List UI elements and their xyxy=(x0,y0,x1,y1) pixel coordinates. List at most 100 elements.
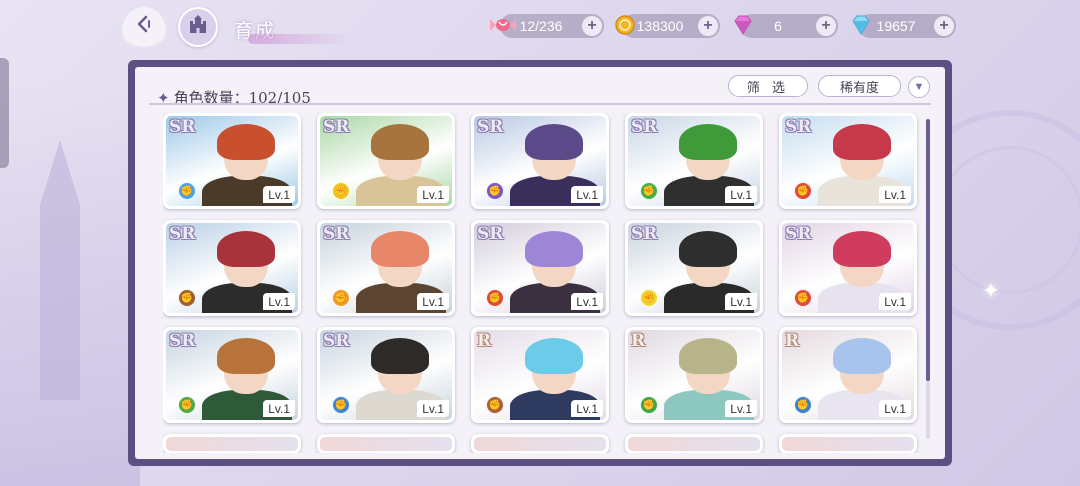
attribute-icon: ✊ xyxy=(794,182,812,200)
level-label: Lv.1 xyxy=(263,400,295,417)
character-portrait: R ✊ Lv.1 xyxy=(474,330,606,420)
portrait-hair xyxy=(833,124,891,160)
character-card[interactable]: SR ✊ Lv.1 xyxy=(317,113,455,209)
rarity-badge: SR xyxy=(631,224,658,244)
side-drawer-handle[interactable] xyxy=(0,58,9,168)
attribute-icon: ✊ xyxy=(486,396,504,414)
rarity-badge: R xyxy=(631,331,646,351)
attribute-icon: ✊ xyxy=(332,396,350,414)
character-card[interactable] xyxy=(471,434,609,453)
attribute-icon: ✊ xyxy=(332,182,350,200)
rarity-badge: SR xyxy=(631,117,658,137)
rarity-sort-button[interactable]: 稀有度 xyxy=(818,75,901,97)
character-card[interactable] xyxy=(163,434,301,453)
portrait-hair xyxy=(371,338,429,374)
rarity-badge: SR xyxy=(323,331,350,351)
rarity-badge: SR xyxy=(477,224,504,244)
character-card[interactable]: SR ✊ Lv.1 xyxy=(471,113,609,209)
sort-order-button[interactable]: ▼ xyxy=(908,76,930,98)
character-card[interactable]: SR ✊ Lv.1 xyxy=(317,327,455,423)
character-card[interactable]: SR ✊ Lv.1 xyxy=(779,220,917,316)
level-label: Lv.1 xyxy=(725,400,757,417)
attribute-icon: ✊ xyxy=(332,289,350,307)
attribute-icon: ✊ xyxy=(486,182,504,200)
character-portrait: SR ✊ Lv.1 xyxy=(782,223,914,313)
portrait-hair xyxy=(525,231,583,267)
character-portrait xyxy=(320,437,452,451)
add-pink-gem-button[interactable]: + xyxy=(816,16,836,36)
rarity-badge: SR xyxy=(477,117,504,137)
header-divider xyxy=(149,103,931,105)
rarity-badge: SR xyxy=(785,224,812,244)
character-card[interactable] xyxy=(779,434,917,453)
character-portrait: SR ✊ Lv.1 xyxy=(320,223,452,313)
attribute-icon: ✊ xyxy=(178,396,196,414)
add-candy-button[interactable]: + xyxy=(582,16,602,36)
portrait-hair xyxy=(679,338,737,374)
character-portrait xyxy=(166,437,298,451)
character-card[interactable] xyxy=(317,434,455,453)
character-portrait xyxy=(782,437,914,451)
character-panel-inner: ✦ 角色数量：102/105 筛 选 稀有度 ▼ SR ✊ Lv.1 SR ✊ Lv.1 SR… xyxy=(135,67,945,459)
portrait-hair xyxy=(217,338,275,374)
level-label: Lv.1 xyxy=(725,186,757,203)
portrait-hair xyxy=(525,124,583,160)
level-label: Lv.1 xyxy=(879,186,911,203)
character-portrait: SR ✊ Lv.1 xyxy=(628,116,760,206)
resource-blue-gem: 19657 + xyxy=(852,14,956,38)
character-card[interactable]: SR ✊ Lv.1 xyxy=(317,220,455,316)
castle-home-icon xyxy=(187,14,209,41)
rarity-badge: SR xyxy=(169,117,196,137)
scrollbar-thumb[interactable] xyxy=(926,119,930,381)
level-label: Lv.1 xyxy=(571,400,603,417)
rarity-badge: SR xyxy=(169,224,196,244)
character-portrait xyxy=(474,437,606,451)
character-portrait: SR ✊ Lv.1 xyxy=(474,116,606,206)
character-card[interactable]: SR ✊ Lv.1 xyxy=(163,113,301,209)
attribute-icon: ✊ xyxy=(794,289,812,307)
character-portrait: R ✊ Lv.1 xyxy=(628,330,760,420)
portrait-hair xyxy=(217,124,275,160)
portrait-hair xyxy=(217,231,275,267)
resource-gold: 138300 + xyxy=(615,14,720,38)
add-blue-gem-button[interactable]: + xyxy=(934,16,954,36)
character-card[interactable]: SR ✊ Lv.1 xyxy=(625,220,763,316)
character-card[interactable]: R ✊ Lv.1 xyxy=(471,327,609,423)
portrait-hair xyxy=(371,231,429,267)
character-portrait: SR ✊ Lv.1 xyxy=(166,116,298,206)
level-label: Lv.1 xyxy=(571,186,603,203)
character-card[interactable]: SR ✊ Lv.1 xyxy=(779,113,917,209)
character-portrait: SR ✊ Lv.1 xyxy=(474,223,606,313)
character-card[interactable]: SR ✊ Lv.1 xyxy=(163,220,301,316)
character-card[interactable]: SR ✊ Lv.1 xyxy=(471,220,609,316)
rarity-badge: SR xyxy=(323,224,350,244)
character-portrait: R ✊ Lv.1 xyxy=(782,330,914,420)
level-label: Lv.1 xyxy=(571,293,603,310)
attribute-icon: ✊ xyxy=(178,289,196,307)
rarity-badge: SR xyxy=(169,331,196,351)
add-gold-button[interactable]: + xyxy=(698,16,718,36)
character-card[interactable] xyxy=(625,434,763,453)
character-portrait: SR ✊ Lv.1 xyxy=(166,223,298,313)
coin-icon xyxy=(612,12,638,38)
character-card[interactable]: SR ✊ Lv.1 xyxy=(625,113,763,209)
level-label: Lv.1 xyxy=(879,293,911,310)
home-button[interactable] xyxy=(178,7,218,47)
portrait-hair xyxy=(525,338,583,374)
character-card[interactable]: SR ✊ Lv.1 xyxy=(163,327,301,423)
portrait-hair xyxy=(371,124,429,160)
attribute-icon: ✊ xyxy=(640,289,658,307)
filter-button[interactable]: 筛 选 xyxy=(728,75,808,97)
back-button[interactable] xyxy=(122,7,166,47)
character-card[interactable]: R ✊ Lv.1 xyxy=(625,327,763,423)
character-card[interactable]: R ✊ Lv.1 xyxy=(779,327,917,423)
scrollbar[interactable] xyxy=(926,119,930,439)
attribute-icon: ✊ xyxy=(640,182,658,200)
portrait-hair xyxy=(833,338,891,374)
character-portrait: SR ✊ Lv.1 xyxy=(782,116,914,206)
level-label: Lv.1 xyxy=(263,186,295,203)
character-portrait: SR ✊ Lv.1 xyxy=(628,223,760,313)
portrait-hair xyxy=(833,231,891,267)
level-label: Lv.1 xyxy=(417,400,449,417)
rarity-badge: SR xyxy=(323,117,350,137)
